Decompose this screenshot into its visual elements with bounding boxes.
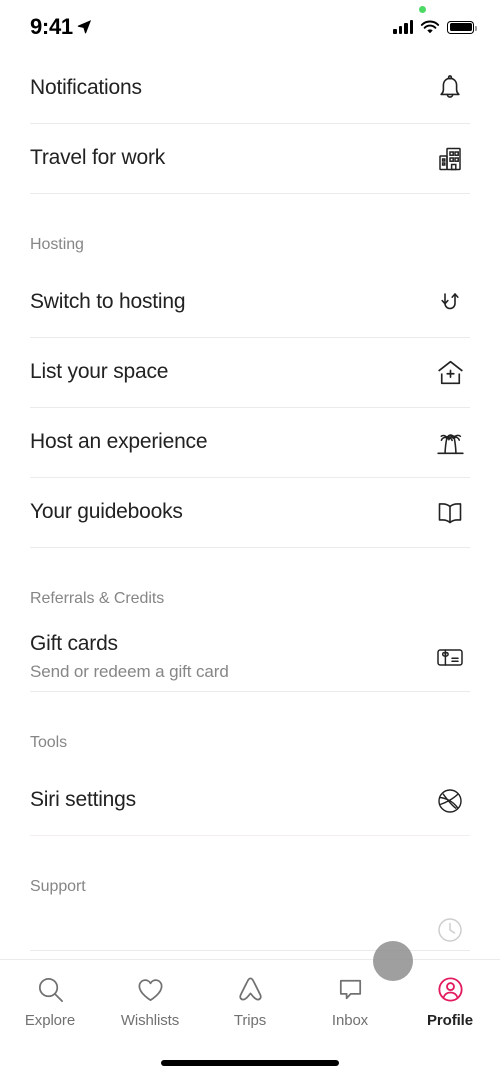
menu-item-host-an-experience[interactable]: Host an experience [30,408,470,477]
palm-trees-icon [430,423,470,463]
tab-label: Wishlists [120,1012,180,1029]
section-heading-hosting: Hosting [30,236,84,253]
wifi-icon [420,20,440,35]
cellular-signal-icon [393,20,413,34]
office-building-icon [430,139,470,179]
menu-item-list-your-space[interactable]: List your space [30,338,470,407]
status-time-text: 9:41 [30,14,73,39]
menu-item-label: List your space [30,360,169,384]
menu-item-travel-for-work[interactable]: Travel for work [30,124,470,193]
tab-profile[interactable]: Profile [402,974,498,1029]
clock-icon [430,910,470,950]
menu-item-label: Host an experience [30,430,208,454]
settings-list[interactable]: Notifications Travel for work Hosting Sw… [0,54,500,1080]
search-icon [35,974,66,1005]
tab-trips[interactable]: Trips [202,974,298,1029]
section-heading-support: Support [30,878,86,895]
menu-item-label: Notifications [30,76,142,100]
bell-icon [430,69,470,109]
tab-wishlists[interactable]: Wishlists [102,974,198,1029]
menu-item-switch-to-hosting[interactable]: Switch to hosting [30,268,470,337]
location-arrow-icon [77,19,92,34]
home-indicator [161,1060,339,1066]
gift-card-icon [430,637,470,677]
tab-inbox[interactable]: Inbox [302,974,398,1029]
cursor-indicator [373,941,413,981]
bottom-tab-bar[interactable]: Explore Wishlists Trips Inbox Profile [0,959,500,1080]
battery-full-icon [447,20,477,34]
recording-indicator-dot [419,5,426,13]
status-bar: 9:41 [0,0,500,54]
siri-icon [430,781,470,821]
menu-item-sublabel: Send or redeem a gift card [30,662,229,681]
tab-label: Profile [427,1012,473,1029]
section-heading-referrals: Referrals & Credits [30,590,165,607]
menu-item-label: Gift cards [30,631,118,655]
menu-item-your-guidebooks[interactable]: Your guidebooks [30,478,470,547]
tab-label: Explore [24,1012,76,1029]
tab-label: Trips [233,1012,267,1029]
menu-item-label: Switch to hosting [30,290,186,314]
section-heading-tools: Tools [30,734,68,751]
switch-arrows-icon [430,283,470,323]
menu-item-label: Siri settings [30,788,136,812]
tab-explore[interactable]: Explore [2,974,98,1029]
menu-item-label: Travel for work [30,146,166,170]
menu-item-label: Your guidebooks [30,500,183,524]
airbnb-logo-icon [235,974,266,1005]
status-time: 9:41 [30,14,92,40]
chat-bubble-icon [335,974,366,1005]
menu-item-gift-cards[interactable]: Gift cards Send or redeem a gift card [30,622,470,691]
menu-item-siri-settings[interactable]: Siri settings [30,766,470,835]
tab-label: Inbox [331,1012,369,1029]
profile-circle-icon [435,974,466,1005]
status-indicators [393,5,477,35]
open-book-icon [430,493,470,533]
menu-item-notifications[interactable]: Notifications [30,54,470,123]
house-plus-icon [430,353,470,393]
heart-icon [135,974,166,1005]
